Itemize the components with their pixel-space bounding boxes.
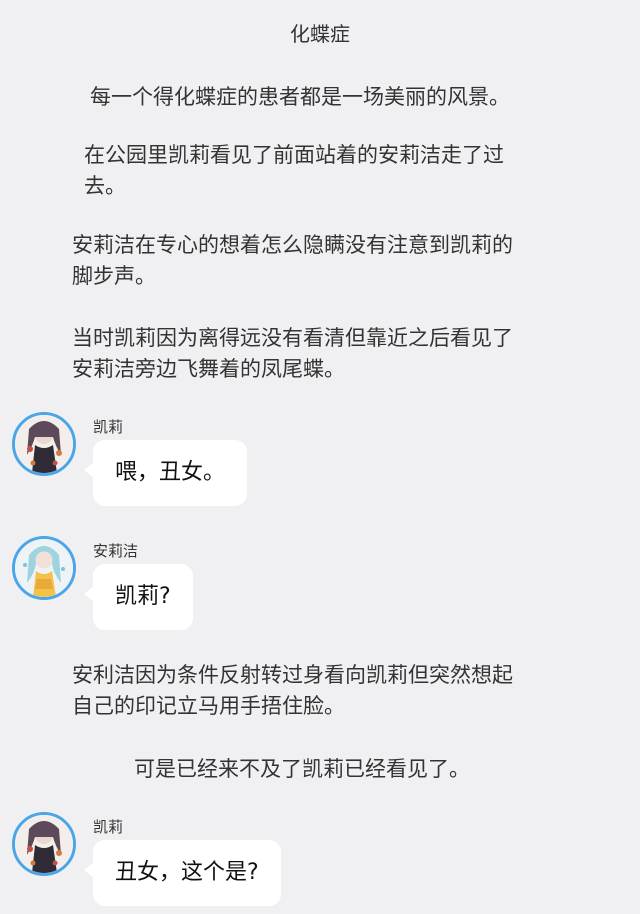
narration-line: 安利洁因为条件反射转过身看向凯莉但突然想起 [72,663,513,687]
narration-line: 可是已经来不及了凯莉已经看见了。 [134,757,470,781]
narration-line: 在公园里凯莉看见了前面站着的安莉洁走了过 [84,143,504,167]
chat-message: 凯莉 喂，丑女。 [0,408,640,508]
message-bubble[interactable]: 凯莉? [84,564,193,630]
message-text: 凯莉? [115,584,171,609]
narration-line: 脚步声。 [72,264,156,288]
message-bubble[interactable]: 丑女，这个是? [84,840,281,906]
avatar-anlijie-icon[interactable] [12,536,76,600]
sender-name: 凯莉 [93,418,124,436]
narration-paragraph: 安莉洁在专心的想着怎么隐瞒没有注意到凯莉的 脚步声。 [72,230,513,292]
narration-paragraph: 可是已经来不及了凯莉已经看见了。 [134,754,470,785]
narration-paragraph: 当时凯莉因为离得远没有看清但靠近之后看见了 安莉洁旁边飞舞着的凤尾蝶。 [72,323,513,385]
message-bubble[interactable]: 喂，丑女。 [83,440,248,506]
narration-line: 当时凯莉因为离得远没有看清但靠近之后看见了 [72,326,513,350]
narration-paragraph: 安利洁因为条件反射转过身看向凯莉但突然想起 自己的印记立马用手捂住脸。 [72,660,513,722]
narration-paragraph: 在公园里凯莉看见了前面站着的安莉洁走了过 去。 [84,140,504,202]
narration-paragraph: 每一个得化蝶症的患者都是一场美丽的风景。 [90,82,510,113]
chat-message: 安莉洁 凯莉? [0,532,640,632]
avatar-kaili-icon[interactable] [12,812,76,876]
chat-message: 凯莉 丑女，这个是? [0,808,640,914]
message-text: 丑女，这个是? [115,860,259,885]
message-text: 喂，丑女。 [115,460,226,485]
sender-name: 安莉洁 [93,542,139,560]
story-title: 化蝶症 [290,22,350,46]
narration-line: 安莉洁在专心的想着怎么隐瞒没有注意到凯莉的 [72,233,513,257]
chat-story-page: 化蝶症 每一个得化蝶症的患者都是一场美丽的风景。 在公园里凯莉看见了前面站着的安… [0,0,640,914]
narration-line: 自己的印记立马用手捂住脸。 [72,694,345,718]
sender-name: 凯莉 [93,818,124,836]
narration-line: 每一个得化蝶症的患者都是一场美丽的风景。 [90,85,510,109]
narration-line: 安莉洁旁边飞舞着的凤尾蝶。 [72,357,345,381]
narration-line: 去。 [84,174,126,198]
avatar-kaili-icon[interactable] [12,412,76,476]
